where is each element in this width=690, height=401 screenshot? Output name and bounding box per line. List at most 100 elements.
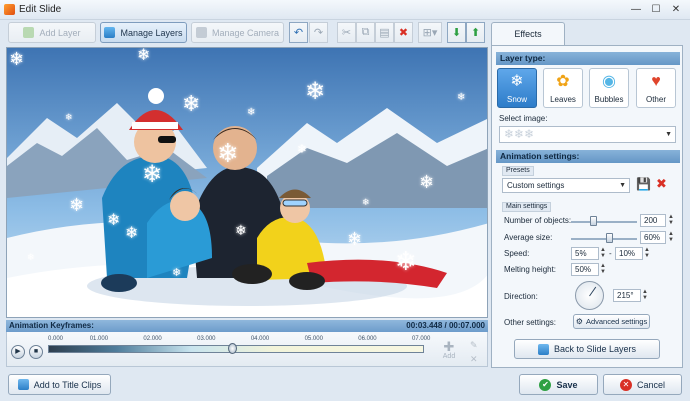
presets-dropdown[interactable]: Custom settings ▼ [502,178,630,193]
presets-label: Presets [502,166,534,176]
snowflake-icon: ❄ [247,107,256,118]
camera-icon [195,27,207,38]
bubble-icon: ◉ [602,73,616,90]
play-icon: ▶ [15,348,21,355]
timeline-tick-label: 01.000 [89,336,109,342]
snowflake-icon: ❄ [172,267,182,279]
number-of-objects-input[interactable]: 200 [640,214,666,227]
edit-keyframe-icon[interactable]: ✎ [470,340,478,351]
melting-height-spinner[interactable]: ▲ ▼ [600,263,606,275]
align-dropdown-button[interactable]: ⊞▾ [418,22,442,43]
select-image-dropdown[interactable]: ❄❄❄ ▼ [499,126,676,143]
cancel-label: Cancel [636,379,665,390]
add-layer-icon [23,27,35,38]
number-of-objects-spinner[interactable]: ▲ ▼ [668,214,674,226]
manage-layers-button[interactable]: Manage Layers [100,22,187,43]
snowflake-icon: ❄ [182,91,201,116]
layer-type-other[interactable]: ♥ Other [636,68,676,108]
paste-icon: ▤ [379,27,390,39]
snowflake-icon: ❄ [457,92,466,103]
add-to-title-clips-button[interactable]: Add to Title Clips [8,374,111,395]
timeline-tick-label: 04.000 [250,336,270,342]
snowflake-icon: ❄ [297,142,308,156]
layer-type-other-label: Other [645,95,666,104]
main-settings-label: Main settings [502,202,552,212]
layer-type-snow[interactable]: ❄ Snow [497,68,537,108]
average-size-slider[interactable] [571,238,637,240]
delete-button[interactable]: ✖ [394,22,413,43]
snowflake-icon: ❄ [217,138,239,168]
speed-label: Speed: [504,249,530,258]
timeline-tick-label: 0.000 [48,336,64,342]
speed-max-spinner[interactable]: ▲ ▼ [644,247,650,259]
keyframes-header: Animation Keyframes: 00:03.448 / 00:07.0… [6,320,488,332]
melting-height-input[interactable]: 50% [571,263,599,276]
snowflake-icon: ❄ [235,222,247,238]
number-of-objects-slider[interactable] [571,221,637,223]
save-preset-icon[interactable]: 💾 [636,177,651,191]
redo-button[interactable]: ↷ [309,22,328,43]
add-keyframe-button[interactable]: ✚ Add [439,340,459,364]
speed-separator: - [609,249,612,258]
average-size-thumb[interactable] [606,233,613,243]
title-bar [0,0,690,20]
timeline-tick-label: 06.000 [358,336,377,342]
close-button[interactable]: ✕ [666,3,686,17]
snowflake-icon: ❄ [69,195,85,215]
snowflake-icon: ❄ [9,49,25,69]
layer-type-bubbles-label: Bubbles [594,95,624,104]
speed-max-input[interactable]: 10% [615,247,643,260]
direction-input[interactable]: 215° [613,289,641,302]
plus-icon: ✚ [443,339,455,354]
layers-icon [537,343,549,355]
delete-preset-icon[interactable]: ✖ [656,176,667,192]
layer-type-leaves[interactable]: ✿ Leaves [543,68,583,108]
snowflake-icon: ❄ [419,172,435,192]
select-image-label: Select image: [499,114,548,123]
play-button[interactable]: ▶ [11,345,25,359]
layer-type-bubbles[interactable]: ◉ Bubbles [589,68,629,108]
manage-layers-label: Manage Layers [120,27,183,38]
advanced-settings-button[interactable]: ⚙ Advanced settings [573,314,650,329]
speed-min-spinner[interactable]: ▲ ▼ [600,247,606,259]
snowflake-preview-icon: ❄❄❄ [504,127,535,141]
advanced-settings-label: Advanced settings [585,317,648,326]
chevron-down-icon: ▼ [665,131,672,138]
delete-keyframe-icon[interactable]: ✕ [470,354,478,365]
window-title: Edit Slide [19,4,62,15]
copy-icon: ⧉ [361,26,370,38]
average-size-input[interactable]: 60% [640,231,666,244]
add-layer-button[interactable]: Add Layer [8,22,96,43]
number-of-objects-thumb[interactable] [590,216,597,226]
snowflake-icon: ❄ [125,225,139,242]
maximize-button[interactable]: ☐ [646,3,666,17]
slide-preview[interactable]: ❄ ❄ ❄ ❄ ❄ ❄ ❄ ❄ ❄ ❄ ❄ ❄ ❄ ❄ ❄ ❄ ❄ ❄ ❄ ❄ [6,47,488,318]
manage-camera-button[interactable]: Manage Camera [191,22,284,43]
move-down-button[interactable]: ⬇ [447,22,466,43]
minimize-button[interactable]: — [626,3,646,17]
paste-button[interactable]: ▤ [375,22,394,43]
cut-button[interactable]: ✂ [337,22,356,43]
cancel-button[interactable]: ✕ Cancel [603,374,682,395]
average-size-spinner[interactable]: ▲ ▼ [668,231,674,243]
snowflake-icon: ❄ [137,47,151,64]
layer-type-heading: Layer type: [496,52,680,65]
save-button[interactable]: ✔ Save [519,374,598,395]
keyframes-title: Animation Keyframes: [9,321,94,330]
stop-button[interactable]: ■ [29,345,43,359]
number-of-objects-label: Number of objects: [504,216,572,225]
snowflake-icon: ❄ [142,161,163,188]
undo-button[interactable]: ↶ [289,22,308,43]
animation-settings-heading: Animation settings: [496,150,680,163]
arrow-down-icon: ⬇ [451,27,462,39]
direction-spinner[interactable]: ▲ ▼ [642,289,648,301]
chevron-down-icon: ▼ [619,182,626,189]
tab-effects[interactable]: Effects [491,22,565,46]
back-to-slide-layers-button[interactable]: Back to Slide Layers [514,339,660,359]
add-to-title-clips-label: Add to Title Clips [33,379,102,390]
speed-min-input[interactable]: 5% [571,247,599,260]
copy-button[interactable]: ⧉ [356,22,375,43]
layers-icon [104,27,116,38]
heart-star-icon: ♥ [651,73,661,90]
move-up-button[interactable]: ⬆ [466,22,485,43]
